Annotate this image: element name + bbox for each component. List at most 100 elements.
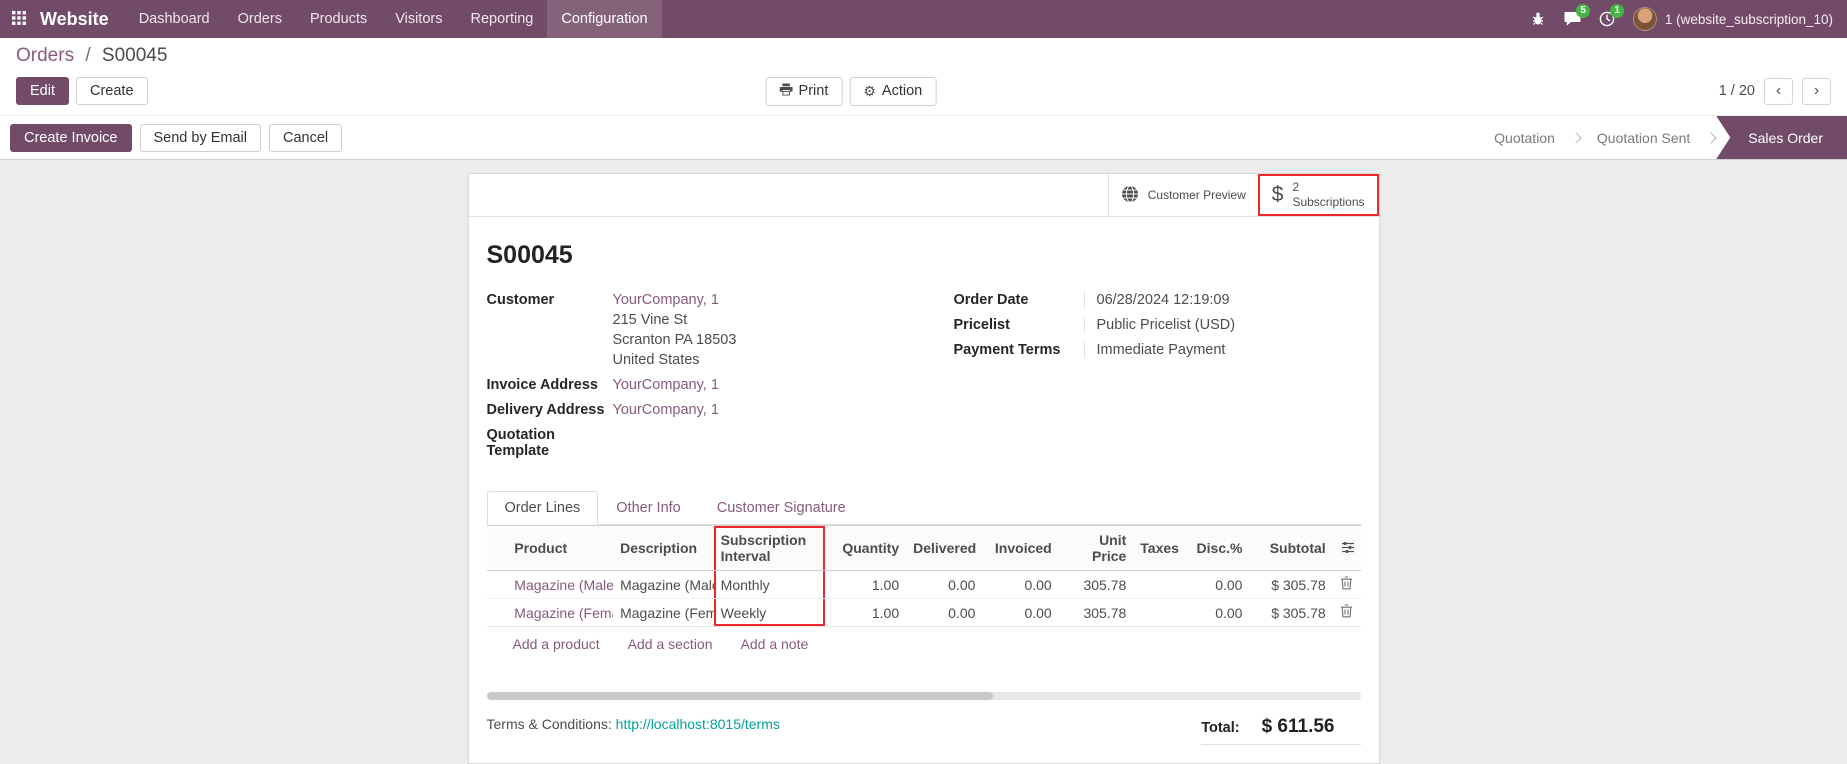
order-line-row: Magazine (Female) Magazine (Female) Week… [487,599,1361,627]
print-button[interactable]: Print [766,77,843,106]
line-subtotal: $ 305.78 [1249,571,1332,599]
stat-button-box: Customer Preview $ 2 Subscriptions [469,174,1379,217]
column-product[interactable]: Product [507,526,613,571]
terms-link[interactable]: http://localhost:8015/terms [616,716,780,732]
add-a-product-link[interactable]: Add a product [513,636,600,652]
line-delivered: 0.00 [906,571,982,599]
send-by-email-button[interactable]: Send by Email [140,124,262,152]
column-taxes[interactable]: Taxes [1133,526,1178,571]
column-quantity[interactable]: Quantity [825,526,907,571]
table-horizontal-scrollbar[interactable] [487,692,1361,700]
tab-other-info[interactable]: Other Info [598,491,698,525]
nav-item-configuration[interactable]: Configuration [547,0,661,38]
customer-preview-button[interactable]: Customer Preview [1108,174,1258,216]
handle-column-header [487,526,508,571]
row-handle[interactable] [487,571,508,599]
breadcrumb-separator: / [85,45,90,66]
breadcrumb-orders-link[interactable]: Orders [16,45,74,66]
column-unit-price[interactable]: Unit Price [1059,526,1134,571]
delete-line-button[interactable] [1340,604,1353,621]
printer-icon [780,83,793,100]
column-invoiced[interactable]: Invoiced [982,526,1058,571]
pricelist-value: Public Pricelist (USD) [1084,317,1361,333]
address-line: Scranton PA 18503 [613,332,894,348]
order-total: Total: $ 611.56 [1201,716,1360,745]
messages-icon[interactable]: 5 [1564,11,1581,27]
edit-button[interactable]: Edit [16,77,69,105]
status-sales-order[interactable]: Sales Order [1716,116,1847,159]
print-label: Print [799,83,829,99]
pager-next-button[interactable]: › [1802,78,1831,105]
create-button[interactable]: Create [76,77,148,105]
add-a-note-link[interactable]: Add a note [741,636,809,652]
subscriptions-button[interactable]: $ 2 Subscriptions [1258,174,1379,216]
column-subtotal[interactable]: Subtotal [1249,526,1332,571]
terms-and-conditions: Terms & Conditions: http://localhost:801… [487,716,780,732]
product-link[interactable]: Magazine (Male) [514,577,613,593]
line-taxes [1133,571,1178,599]
dollar-icon: $ [1272,183,1284,207]
optional-columns-header [1333,526,1361,571]
optional-columns-button[interactable] [1342,541,1354,556]
order-line-row: Magazine (Male) Magazine (Male) Monthly … [487,571,1361,599]
pager-value[interactable]: 1 / 20 [1719,83,1755,99]
user-menu[interactable]: 1 (website_subscription_10) [1633,7,1833,31]
trash-icon [1340,578,1353,593]
line-quantity: 1.00 [825,599,907,627]
terms-label: Terms & Conditions: [487,716,612,732]
status-pipeline: Quotation Quotation Sent Sales Order [1478,116,1847,159]
nav-item-products[interactable]: Products [296,0,381,38]
nav-item-reporting[interactable]: Reporting [456,0,547,38]
sheet-body: S00045 Customer YourCompany, 1 215 Vine … [469,241,1379,763]
create-invoice-button[interactable]: Create Invoice [10,124,132,152]
chevron-right-icon [1570,132,1581,143]
table-header-row: Product Description Subscription Interva… [487,526,1361,571]
line-actions [1333,571,1361,599]
add-a-section-link[interactable]: Add a section [628,636,713,652]
line-subscription-interval: Weekly [714,599,825,627]
line-unit-price: 305.78 [1059,599,1134,627]
action-label: Action [882,83,922,99]
nav-item-orders[interactable]: Orders [224,0,296,38]
scrollbar-thumb[interactable] [487,692,994,700]
nav-item-visitors[interactable]: Visitors [381,0,456,38]
row-handle[interactable] [487,599,508,627]
apps-menu-button[interactable] [0,0,38,38]
payment-terms-value: Immediate Payment [1084,342,1361,358]
product-link[interactable]: Magazine (Female) [514,605,613,621]
line-disc: 0.00 [1178,599,1249,627]
gear-icon: ⚙ [863,83,876,100]
column-delivered[interactable]: Delivered [906,526,982,571]
field-groups: Customer YourCompany, 1 215 Vine St Scra… [487,292,1361,459]
delivery-address-link[interactable]: YourCompany, 1 [613,402,719,418]
tab-customer-signature[interactable]: Customer Signature [699,491,864,525]
column-description[interactable]: Description [613,526,714,571]
line-description: Magazine (Female) [613,599,714,627]
line-invoiced: 0.00 [982,571,1058,599]
cancel-button[interactable]: Cancel [269,124,342,152]
total-value: $ 611.56 [1262,716,1335,738]
status-quotation[interactable]: Quotation [1478,116,1571,159]
app-name[interactable]: Website [38,0,125,38]
activities-icon[interactable]: 1 [1599,11,1615,27]
quotation-template-label: Quotation Template [487,427,613,459]
status-quotation-sent[interactable]: Quotation Sent [1581,116,1706,159]
globe-icon [1121,185,1139,206]
nav-item-dashboard[interactable]: Dashboard [125,0,224,38]
pager-previous-button[interactable]: ‹ [1764,78,1793,105]
invoice-address-link[interactable]: YourCompany, 1 [613,377,719,393]
address-line: 215 Vine St [613,312,894,328]
total-label: Total: [1201,720,1239,736]
debug-icon[interactable] [1530,11,1546,27]
column-subscription-interval[interactable]: Subscription Interval [714,526,825,571]
column-disc[interactable]: Disc.% [1178,526,1249,571]
order-form-sheet: Customer Preview $ 2 Subscriptions S0004… [468,173,1380,764]
delete-line-button[interactable] [1340,576,1353,593]
line-delivered: 0.00 [906,599,982,627]
action-button[interactable]: ⚙ Action [849,77,936,106]
tab-order-lines[interactable]: Order Lines [487,491,599,525]
sliders-icon [1342,541,1354,556]
customer-link[interactable]: YourCompany, 1 [613,292,719,308]
statusbar: Create Invoice Send by Email Cancel Quot… [0,115,1847,160]
customer-address: 215 Vine St Scranton PA 18503 United Sta… [613,312,894,368]
